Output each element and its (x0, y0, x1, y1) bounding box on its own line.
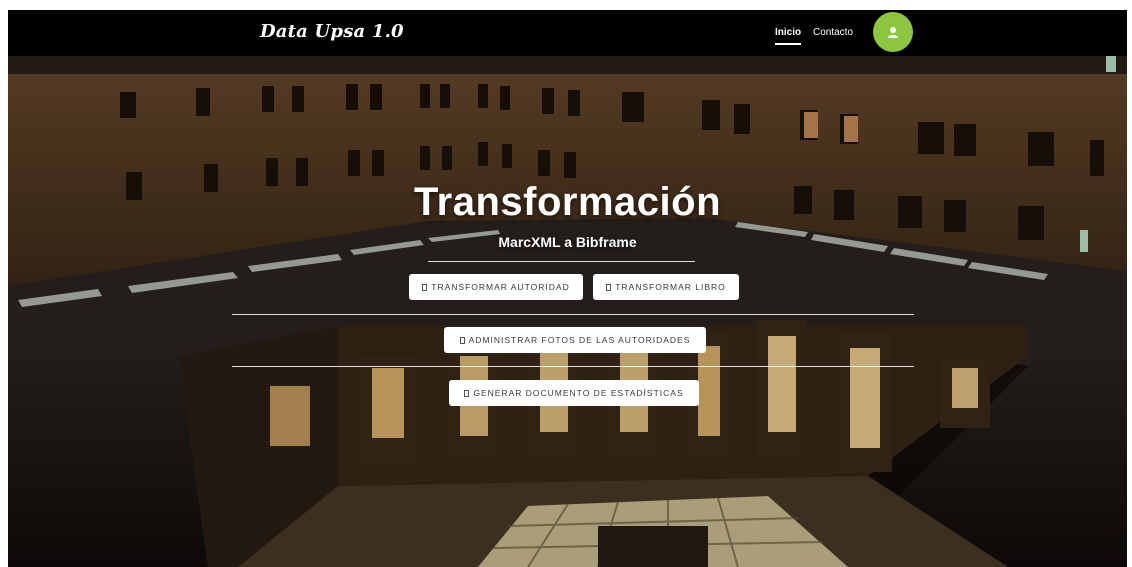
top-navbar: Data Upsa 1.0 Inicio Contacto (8, 10, 1127, 56)
courtyard-background-image (8, 56, 1127, 567)
manage-photos-button[interactable]: ADMINISTRAR FOTOS DE LAS AUTORIDADES (444, 327, 706, 353)
hero-divider-wide-1 (232, 314, 914, 315)
hero-section: Transformación MarcXML a Bibframe TRANSF… (8, 56, 1127, 567)
square-icon (459, 336, 465, 344)
user-avatar-button[interactable] (873, 12, 913, 52)
transform-authority-label: TRANSFORMAR AUTORIDAD (431, 282, 570, 292)
generate-stats-button[interactable]: GENERAR DOCUMENTO DE ESTADÍSTICAS (449, 380, 699, 406)
nav-link-inicio[interactable]: Inicio (775, 27, 802, 45)
square-icon (422, 283, 428, 291)
brand-logo-link[interactable]: Data Upsa 1.0 (260, 21, 404, 42)
transform-book-label: TRANSFORMAR LIBRO (615, 282, 726, 292)
hero-divider-wide-2 (232, 366, 914, 367)
generate-stats-label: GENERAR DOCUMENTO DE ESTADÍSTICAS (473, 388, 684, 398)
manage-photos-label: ADMINISTRAR FOTOS DE LAS AUTORIDADES (468, 335, 691, 345)
user-icon (888, 27, 898, 38)
hero-divider-short (428, 261, 695, 262)
square-icon (606, 283, 612, 291)
hero-subtitle: MarcXML a Bibframe (498, 234, 637, 250)
square-icon (464, 389, 470, 397)
nav-link-contacto[interactable]: Contacto (813, 27, 853, 38)
app-frame: Data Upsa 1.0 Inicio Contacto Transforma… (8, 10, 1127, 567)
hero-title: Transformación (413, 180, 722, 224)
transform-book-button[interactable]: TRANSFORMAR LIBRO (593, 274, 739, 300)
transform-authority-button[interactable]: TRANSFORMAR AUTORIDAD (409, 274, 583, 300)
